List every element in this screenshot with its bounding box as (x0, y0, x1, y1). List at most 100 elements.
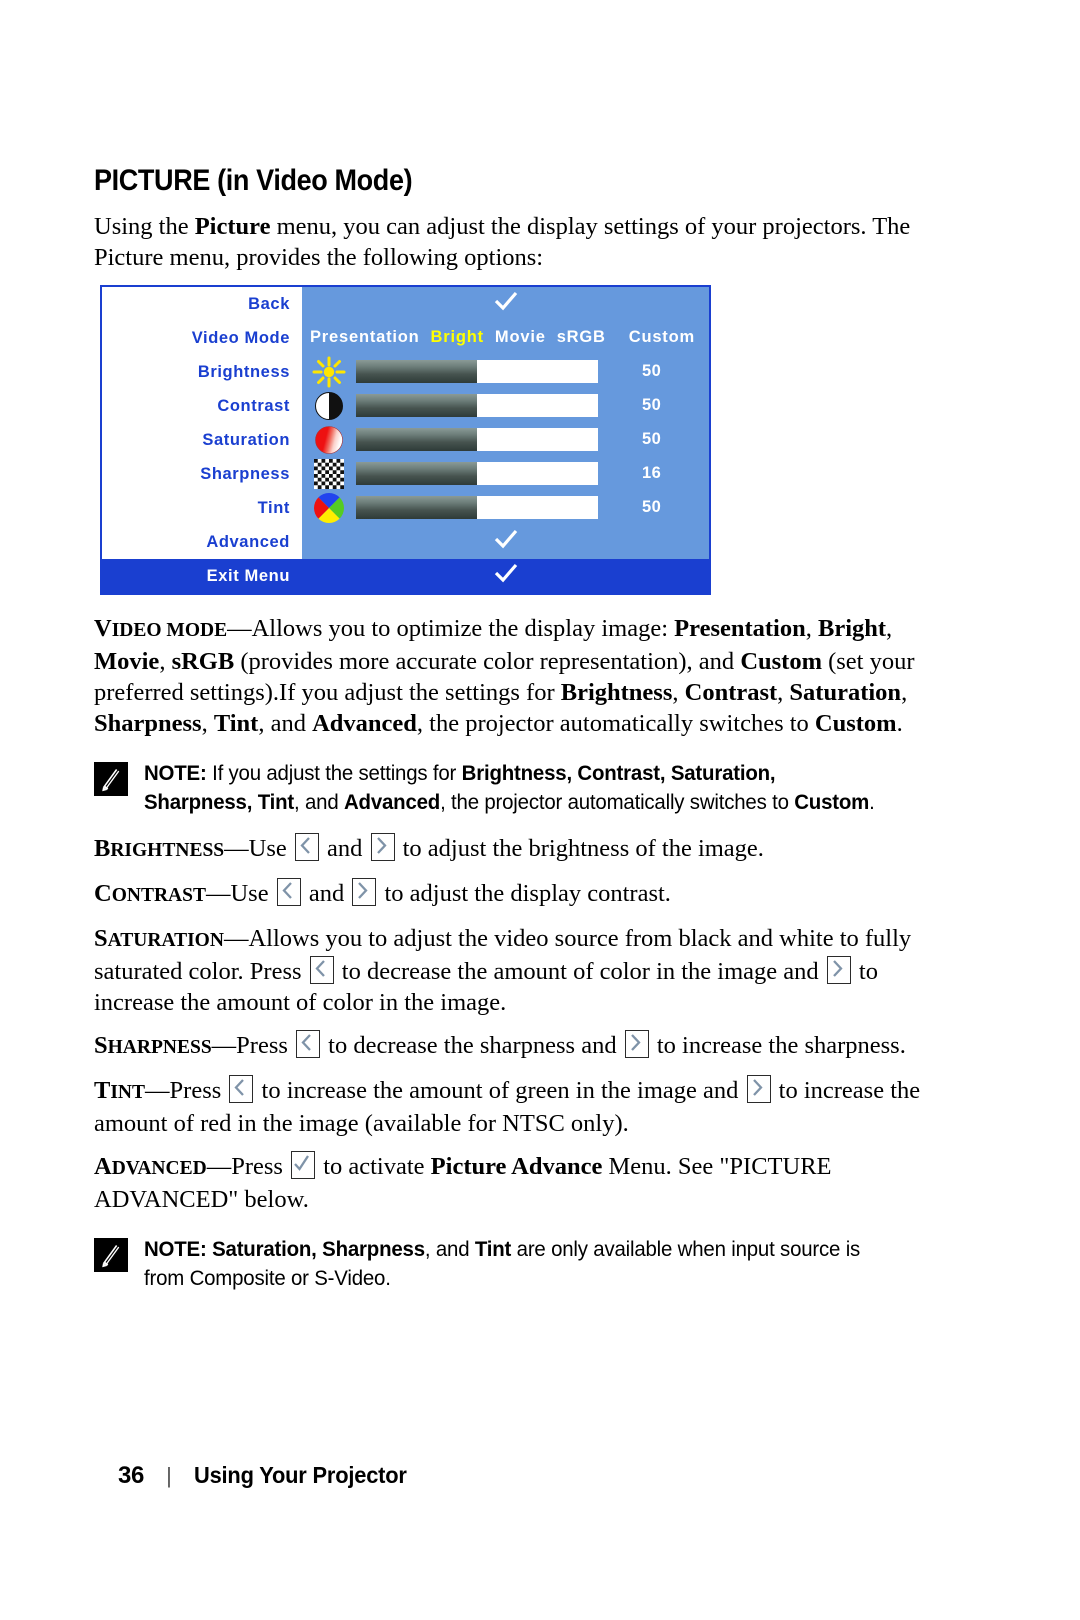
video-mode-paragraph: VIDEO MODE—Allows you to optimize the di… (94, 613, 924, 739)
left-arrow-key-icon (309, 955, 334, 984)
vm-b6: Brightness (560, 678, 673, 706)
note-block-1: NOTE: If you adjust the settings for Bri… (94, 759, 924, 817)
osd-label-brightness: Brightness (102, 354, 302, 389)
video-mode-option-bright[interactable]: Bright (431, 328, 484, 347)
osd-value-advanced (302, 525, 709, 559)
osd-label-advanced: Advanced (102, 524, 302, 559)
brightness-paragraph: BRIGHTNESS—Use and to adjust the brightn… (94, 832, 924, 866)
note-1-t4: . (869, 789, 875, 814)
osd-row-advanced[interactable]: Advanced (102, 524, 709, 559)
note-1-text: NOTE: If you adjust the settings for Bri… (144, 759, 885, 817)
note-2-b1: Saturation, Sharpness (212, 1236, 425, 1261)
check-icon (302, 290, 709, 317)
osd-row-video-mode[interactable]: Video Mode Presentation Bright Movie sRG… (102, 320, 709, 355)
saturation-circle-icon (302, 425, 356, 455)
vm-b1: Presentation (674, 614, 806, 642)
checkerboard-icon (302, 458, 356, 489)
video-mode-option-movie[interactable]: Movie (495, 328, 546, 347)
sharpness-slider[interactable] (356, 462, 598, 485)
term-contrast: CONTRAST (94, 879, 206, 907)
intro-text-1: Using the (94, 212, 195, 240)
osd-value-sharpness: 16 (302, 457, 709, 491)
left-arrow-key-icon (229, 1074, 254, 1103)
br-t3: to adjust the brightness of the image. (396, 834, 764, 862)
right-arrow-key-icon (746, 1074, 771, 1103)
osd-row-saturation[interactable]: Saturation 50 (102, 422, 709, 457)
vm-b4: sRGB (171, 647, 235, 675)
right-arrow-key-icon (826, 955, 851, 984)
osd-row-back[interactable]: Back (102, 286, 709, 321)
ti-t2: to increase the amount of green in the i… (255, 1076, 745, 1104)
osd-value-saturation: 50 (302, 423, 709, 457)
check-key-icon (291, 1150, 316, 1179)
osd-row-tint[interactable]: Tint 50 (102, 490, 709, 525)
brightness-value: 50 (642, 362, 662, 380)
osd-label-back: Back (102, 286, 302, 321)
footer-separator: | (166, 1463, 172, 1488)
vm-t11: , and (258, 709, 313, 737)
brightness-slider[interactable] (356, 360, 598, 383)
osd-label-contrast: Contrast (102, 388, 302, 423)
vm-t8: , (777, 678, 790, 706)
note-block-2: NOTE: Saturation, Sharpness, and Tint ar… (94, 1235, 924, 1293)
vm-t13: . (896, 709, 903, 737)
sa-t2: to decrease the amount of color in the i… (335, 957, 825, 985)
note-2-label: NOTE: (144, 1236, 207, 1261)
sun-icon (302, 356, 356, 388)
left-arrow-key-icon (276, 877, 301, 906)
video-mode-option-presentation[interactable]: Presentation (310, 328, 420, 347)
intro-paragraph: Using the Picture menu, you can adjust t… (94, 211, 924, 273)
tint-value: 50 (642, 498, 662, 516)
page-content: PICTURE (in Video Mode) Using the Pictur… (94, 165, 924, 1309)
osd-row-brightness[interactable]: Brightness 50 (102, 354, 709, 389)
footer-title: Using Your Projector (193, 1462, 407, 1488)
contrast-circle-icon (302, 391, 356, 421)
osd-label-tint: Tint (102, 490, 302, 525)
page-title: PICTURE (in Video Mode) (94, 164, 413, 197)
saturation-value: 50 (642, 430, 662, 448)
left-arrow-key-icon (294, 832, 319, 861)
osd-row-sharpness[interactable]: Sharpness 16 (102, 456, 709, 491)
note-1-label: NOTE: (144, 760, 207, 785)
vm-b7: Contrast (684, 678, 778, 706)
vm-b2: Bright (817, 614, 887, 642)
vm-t5: (provides more accurate color representa… (234, 647, 741, 675)
osd-row-exit-menu[interactable]: Exit Menu (102, 558, 709, 593)
osd-label-sharpness: Sharpness (102, 456, 302, 491)
vm-t3: , (886, 614, 893, 642)
osd-value-exit-menu (302, 559, 709, 593)
contrast-slider[interactable] (356, 394, 598, 417)
saturation-paragraph: SATURATION—Allows you to adjust the vide… (94, 923, 924, 1018)
osd-value-back (302, 287, 709, 321)
footer-page-number: 36 (118, 1462, 145, 1489)
intro-bold-picture: Picture (194, 212, 271, 240)
note-pencil-icon (94, 761, 128, 796)
saturation-slider[interactable] (356, 428, 598, 451)
check-icon (302, 528, 709, 555)
sh-t2: to decrease the sharpness and (322, 1031, 623, 1059)
page-footer: 36 | Using Your Projector (118, 1462, 818, 1490)
osd-label-exit-menu: Exit Menu (206, 566, 290, 585)
osd-row-contrast[interactable]: Contrast 50 (102, 388, 709, 423)
vm-b5: Custom (740, 647, 822, 675)
note-1-t3: , the projector automatically switches t… (440, 789, 795, 814)
osd-value-tint: 50 (302, 491, 709, 525)
video-mode-option-srgb[interactable]: sRGB (557, 328, 606, 347)
vm-b3: Movie (94, 647, 160, 675)
vm-t1: —Allows you to optimize the display imag… (227, 614, 675, 642)
document-page: PICTURE (in Video Mode) Using the Pictur… (0, 0, 1080, 1620)
tint-paragraph: TINT—Press to increase the amount of gre… (94, 1074, 924, 1139)
right-arrow-key-icon (352, 877, 377, 906)
tint-slider[interactable] (356, 496, 598, 519)
contrast-paragraph: CONTRAST—Use and to adjust the display c… (94, 877, 924, 911)
video-mode-option-custom[interactable]: Custom (629, 328, 695, 347)
osd-rows: Back Video Mode Presentation Bright Movi… (102, 286, 709, 559)
left-arrow-key-icon (296, 1029, 321, 1058)
sh-t3: to increase the sharpness. (650, 1031, 906, 1059)
vm-b10: Tint (213, 709, 259, 737)
ti-t1: —Press (145, 1076, 228, 1104)
term-video-mode: VIDEO MODE (94, 614, 228, 642)
advanced-paragraph: ADVANCED—Press to activate Picture Advan… (94, 1150, 924, 1215)
co-t2: and (302, 879, 351, 907)
term-sharpness: SHARPNESS (94, 1031, 212, 1059)
